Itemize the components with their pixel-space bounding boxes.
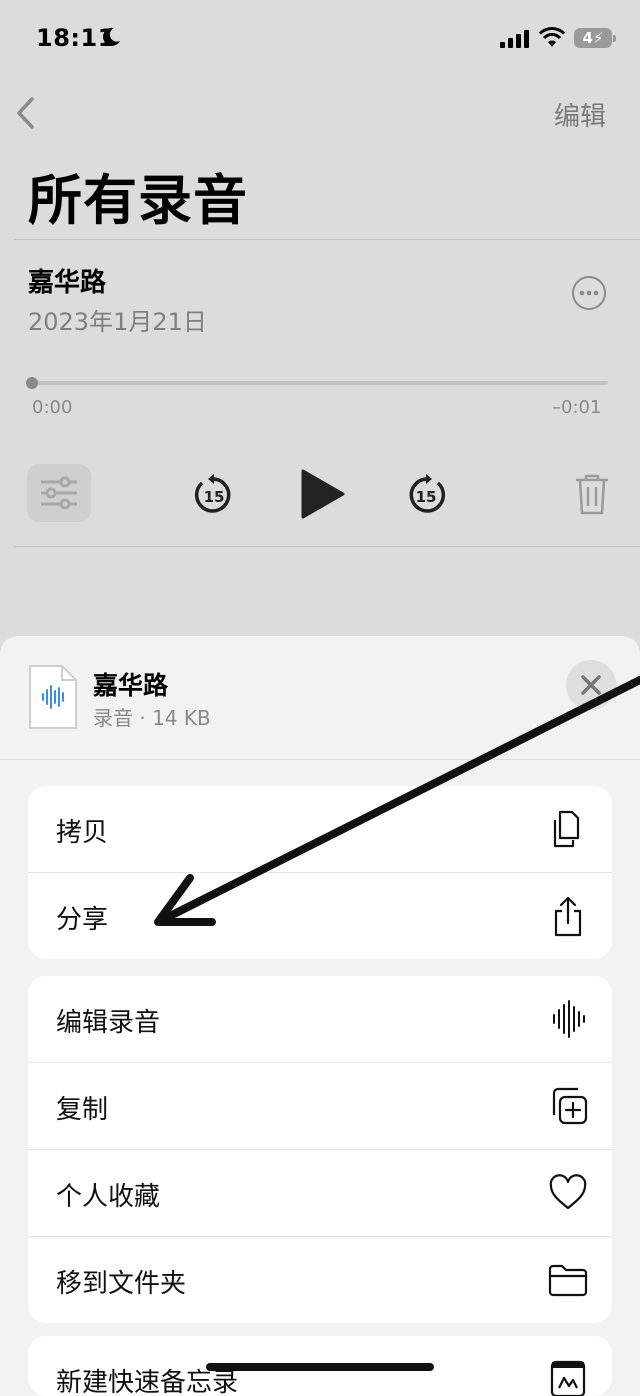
annotation-arrow [154,676,640,926]
home-indicator[interactable] [206,1363,434,1371]
